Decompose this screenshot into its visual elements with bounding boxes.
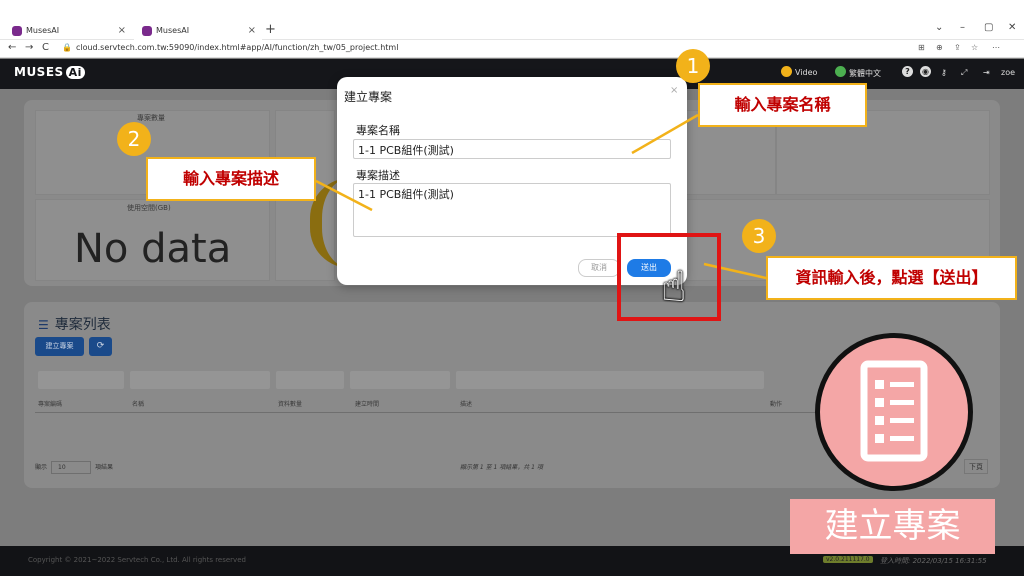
step-1-callout: 輸入專案名稱 (698, 83, 867, 127)
callout-line-2 (315, 179, 373, 212)
callout-line-1 (631, 113, 699, 155)
badge-label: 建立專案 (790, 499, 995, 554)
step-2-badge: 2 (117, 122, 151, 156)
pointer-hand-icon: ☝ (661, 262, 687, 311)
step-2-callout: 輸入專案描述 (146, 157, 316, 201)
step-1-badge: 1 (676, 49, 710, 83)
step-3-callout: 資訊輸入後，點選【送出】 (766, 256, 1017, 300)
step-3-badge: 3 (742, 219, 776, 253)
checklist-icon (860, 360, 928, 462)
checklist-badge (815, 333, 973, 491)
